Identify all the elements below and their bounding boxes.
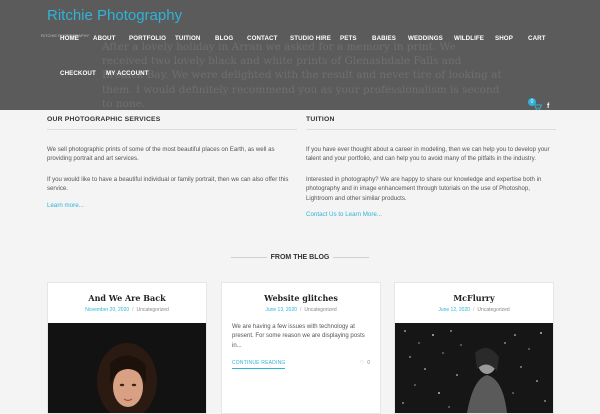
services-section: OUR PHOTOGRAPHIC SERVICES We sell photog… (47, 116, 297, 209)
facebook-icon[interactable]: f (547, 103, 549, 110)
blog-post-meta: June 12, 2020/Uncategorized (395, 307, 553, 313)
section-divider (306, 129, 556, 130)
section-divider (47, 129, 297, 130)
nav-tuition[interactable]: TUITION (175, 35, 200, 42)
post-category[interactable]: Uncategorized (304, 307, 336, 313)
nav-studio-hire[interactable]: STUDIO HIRE (290, 35, 331, 42)
blog-card: Website glitches June 13, 2020/Uncategor… (221, 282, 381, 414)
blog-card: And We Are Back November 20, 2020/Uncate… (47, 282, 207, 414)
blog-heading-text: FROM THE BLOG (270, 254, 330, 261)
nav-pets[interactable]: PETS (340, 35, 357, 42)
tuition-paragraph-1: If you have ever thought about a career … (306, 146, 550, 163)
meta-separator: / (300, 307, 302, 313)
nav-wildlife[interactable]: WILDLIFE (454, 35, 484, 42)
heading-line-right (333, 257, 369, 258)
blog-section-heading: FROM THE BLOG (0, 254, 600, 261)
post-category[interactable]: Uncategorized (137, 307, 169, 313)
post-category[interactable]: Uncategorized (477, 307, 509, 313)
blog-post-title[interactable]: And We Are Back (48, 293, 206, 303)
like-count: 0 (367, 360, 370, 366)
tuition-heading: TUITION (306, 116, 335, 123)
blog-post-excerpt: We are having a few issues with technolo… (232, 324, 365, 349)
services-learn-more-link[interactable]: Learn more... (47, 202, 297, 209)
nav-checkout[interactable]: CHECKOUT (60, 70, 96, 77)
meta-separator: / (473, 307, 475, 313)
blog-post-meta: June 13, 2020/Uncategorized (222, 307, 380, 313)
tuition-contact-link[interactable]: Contact Us to Learn More... (306, 211, 556, 218)
nav-home[interactable]: HOME (60, 35, 79, 42)
nav-contact[interactable]: CONTACT (247, 35, 278, 42)
heart-icon: ♡ (359, 360, 365, 366)
services-heading: OUR PHOTOGRAPHIC SERVICES (47, 116, 161, 123)
blog-post-title[interactable]: McFlurry (395, 293, 553, 303)
services-paragraph-2: If you would like to have a beautiful in… (47, 175, 289, 193)
site-header: After a lovely holiday in Arran we asked… (0, 0, 600, 110)
nav-weddings[interactable]: WEDDINGS (408, 35, 443, 42)
nav-cart[interactable]: CART (528, 35, 546, 42)
nav-portfolio[interactable]: PORTFOLIO (129, 35, 166, 42)
meta-separator: / (132, 307, 134, 313)
post-date[interactable]: November 20, 2020 (85, 307, 129, 313)
cart-icon[interactable] (533, 103, 543, 110)
heading-line-left (231, 257, 267, 258)
site-title[interactable]: Ritchie Photography (47, 7, 182, 24)
like-counter[interactable]: ♡ 0 (360, 360, 370, 366)
blog-post-title[interactable]: Website glitches (222, 293, 380, 303)
post-date[interactable]: June 13, 2020 (265, 307, 297, 313)
nav-shop[interactable]: SHOP (495, 35, 513, 42)
post-date[interactable]: June 12, 2020 (438, 307, 470, 313)
services-paragraph-1: We sell photographic prints of some of t… (47, 146, 275, 163)
blog-post-meta: November 20, 2020/Uncategorized (48, 307, 206, 313)
tuition-paragraph-2: Interested in photography? We are happy … (306, 175, 542, 202)
hero-testimonial: After a lovely holiday in Arran we asked… (102, 41, 502, 110)
nav-blog[interactable]: BLOG (215, 35, 233, 42)
blog-card: McFlurry June 12, 2020/Uncategorized (394, 282, 554, 414)
nav-my-account[interactable]: MY ACCOUNT (106, 70, 149, 77)
tuition-section: TUITION If you have ever thought about a… (306, 116, 556, 218)
nav-babies[interactable]: BABIES (372, 35, 396, 42)
continue-reading-link[interactable]: CONTINUE READING (232, 360, 286, 369)
nav-about[interactable]: ABOUT (93, 35, 116, 42)
